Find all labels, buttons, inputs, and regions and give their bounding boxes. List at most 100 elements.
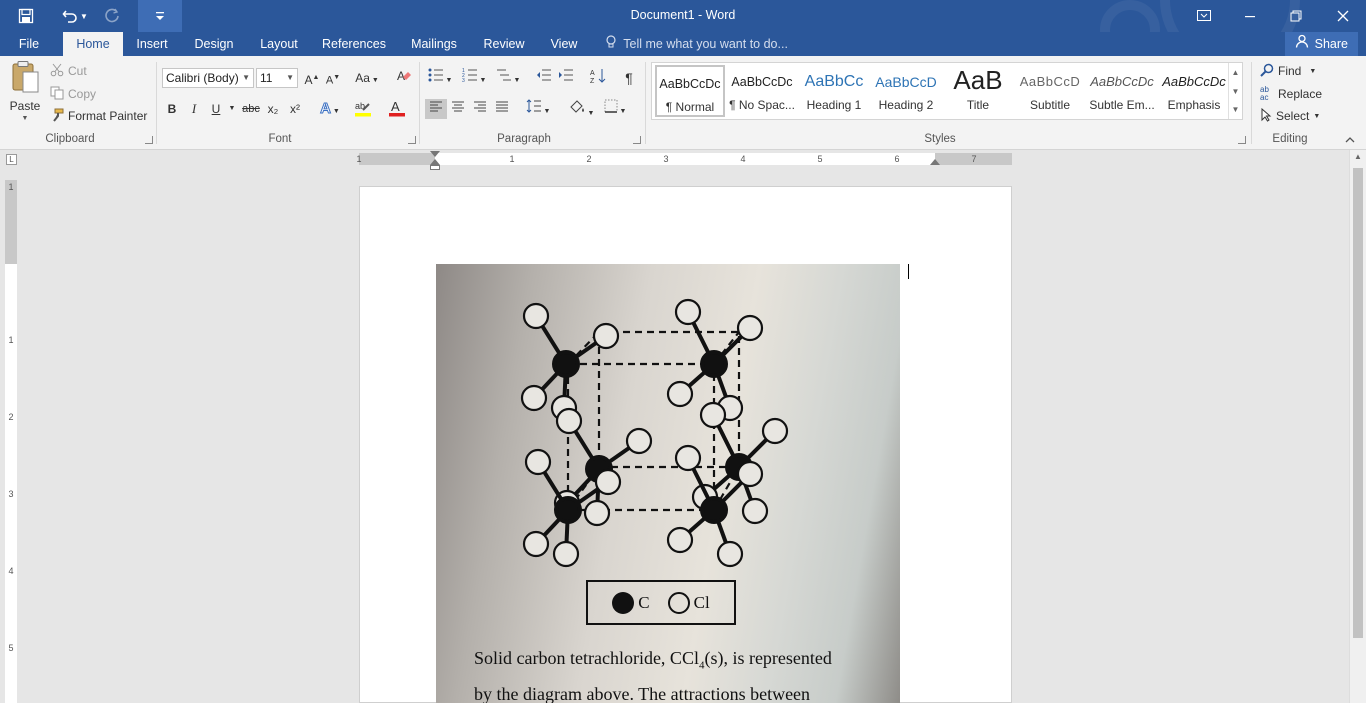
chevron-down-icon[interactable]: ▼: [228, 99, 236, 119]
bold-button[interactable]: B: [164, 99, 180, 119]
restore-icon[interactable]: [1273, 0, 1319, 32]
tab-view[interactable]: View: [542, 32, 586, 56]
change-case-button[interactable]: Aa ▼: [352, 68, 382, 88]
paste-button[interactable]: Paste ▼: [8, 60, 42, 128]
lightbulb-icon: [606, 33, 616, 57]
font-color-icon[interactable]: A: [382, 99, 412, 119]
editing-group-label: Editing: [1272, 133, 1308, 145]
chlorine-atom: [594, 468, 622, 496]
minimize-icon[interactable]: [1227, 0, 1273, 32]
select-button[interactable]: Select ▼: [1260, 107, 1320, 125]
ribbon-display-options-icon[interactable]: [1181, 0, 1227, 32]
align-center-icon[interactable]: [448, 99, 468, 119]
shrink-font-icon[interactable]: A▼: [324, 68, 342, 88]
ruler-number: 1: [509, 154, 515, 164]
tab-layout[interactable]: Layout: [252, 32, 306, 56]
left-indent-marker[interactable]: [430, 165, 440, 170]
align-left-icon[interactable]: [425, 99, 447, 119]
style-title[interactable]: AaB Title: [943, 65, 1013, 117]
style-no-spacing[interactable]: AaBbCcDc ¶ No Spac...: [727, 65, 797, 117]
carbon-atom: [554, 496, 582, 524]
copy-label: Copy: [68, 87, 97, 101]
tab-references[interactable]: References: [316, 32, 392, 56]
borders-icon[interactable]: ▼: [600, 99, 630, 119]
ruler-number: 1: [8, 182, 14, 192]
superscript-button[interactable]: x²: [286, 99, 304, 119]
copy-button[interactable]: Copy: [50, 85, 96, 103]
chevron-down-icon: ▼: [1309, 67, 1317, 75]
line-spacing-icon[interactable]: ▼: [524, 99, 552, 119]
caption-line-2: by the diagram above. The attractions be…: [474, 683, 811, 703]
grow-font-icon[interactable]: A▲: [303, 68, 321, 88]
chlorine-atom: [583, 499, 611, 527]
inserted-picture[interactable]: C Cl Solid carbon tetrachloride, CCl4(s)…: [436, 264, 900, 703]
tell-me-search[interactable]: Tell me what you want to do...: [606, 32, 788, 56]
format-painter-button[interactable]: Format Painter: [50, 107, 147, 125]
gallery-more-icon[interactable]: ▼: [1228, 101, 1242, 119]
svg-text:A: A: [397, 69, 405, 83]
italic-button[interactable]: I: [186, 99, 202, 119]
collapse-ribbon-icon[interactable]: [1344, 134, 1358, 146]
ruler-number: 5: [8, 643, 14, 653]
underline-button[interactable]: U: [208, 99, 224, 119]
gallery-scroll-up-icon[interactable]: ▲: [1228, 63, 1242, 82]
tab-insert[interactable]: Insert: [128, 32, 176, 56]
tell-me-placeholder: Tell me what you want to do...: [623, 37, 788, 51]
style-subtitle[interactable]: AaBbCcD Subtitle: [1015, 65, 1085, 117]
vertical-scrollbar[interactable]: ▲: [1349, 150, 1366, 703]
gallery-scroll-down-icon[interactable]: ▼: [1228, 82, 1242, 101]
style-heading-2[interactable]: AaBbCcD Heading 2: [871, 65, 941, 117]
share-button[interactable]: Share: [1284, 32, 1358, 56]
shading-icon[interactable]: ▼: [566, 99, 596, 119]
document-page[interactable]: C Cl Solid carbon tetrachloride, CCl4(s)…: [359, 186, 1012, 703]
find-button[interactable]: Find ▼: [1260, 62, 1316, 80]
scrollbar-thumb[interactable]: [1353, 168, 1363, 638]
pilcrow-icon[interactable]: ¶: [620, 68, 638, 88]
ribbon: Paste ▼ Cut Copy Format Painter Clipboar…: [0, 56, 1366, 150]
tab-selector[interactable]: L: [6, 154, 17, 165]
increase-indent-icon[interactable]: [556, 68, 576, 88]
strikethrough-button[interactable]: abc: [240, 99, 262, 119]
numbering-icon[interactable]: 123 ▼: [460, 68, 488, 88]
multilevel-list-icon[interactable]: ▼: [494, 68, 522, 88]
close-icon[interactable]: [1320, 0, 1366, 32]
horizontal-ruler: 1 1 2 3 4 5 6 7: [356, 151, 1012, 170]
sort-icon[interactable]: AZ: [588, 68, 608, 88]
style-subtle-emphasis[interactable]: AaBbCcDc Subtle Em...: [1087, 65, 1157, 117]
tab-home[interactable]: Home: [63, 32, 123, 56]
cut-button[interactable]: Cut: [50, 62, 87, 80]
font-name-combo[interactable]: Calibri (Body) ▼: [162, 68, 254, 88]
style-normal[interactable]: AaBbCcDc ¶ Normal: [655, 65, 725, 117]
style-name: Emphasis: [1167, 98, 1221, 112]
decrease-indent-icon[interactable]: [534, 68, 554, 88]
chlorine-legend-label: Cl: [693, 592, 710, 612]
subscript-button[interactable]: x₂: [264, 99, 282, 119]
text-effects-icon[interactable]: A ▼: [316, 99, 344, 119]
scroll-up-icon[interactable]: ▲: [1350, 152, 1366, 164]
replace-button[interactable]: ab ac Replace: [1260, 85, 1322, 103]
right-indent-marker[interactable]: [930, 159, 940, 165]
highlight-color-icon[interactable]: ab: [348, 99, 378, 119]
clear-formatting-icon[interactable]: A: [395, 68, 413, 88]
bullets-icon[interactable]: ▼: [426, 68, 454, 88]
align-right-icon[interactable]: [470, 99, 490, 119]
paragraph-launcher-icon[interactable]: [633, 136, 641, 144]
chlorine-atom: [522, 530, 550, 558]
font-size-combo[interactable]: 11 ▼: [256, 68, 298, 88]
style-emphasis[interactable]: AaBbCcDc Emphasis: [1159, 65, 1229, 117]
style-heading-1[interactable]: AaBbCc Heading 1: [799, 65, 869, 117]
tab-review[interactable]: Review: [476, 32, 532, 56]
styles-launcher-icon[interactable]: [1238, 136, 1246, 144]
scissors-icon: [50, 63, 64, 80]
justify-icon[interactable]: [492, 99, 512, 119]
first-line-indent-marker[interactable]: [430, 151, 440, 157]
ruler-left-margin: [359, 153, 435, 165]
ruler-number: 2: [8, 412, 14, 422]
tab-design[interactable]: Design: [186, 32, 242, 56]
tab-file[interactable]: File: [0, 32, 58, 56]
clipboard-launcher-icon[interactable]: [145, 136, 153, 144]
tab-mailings[interactable]: Mailings: [402, 32, 466, 56]
clipboard-group-label: Clipboard: [45, 133, 95, 145]
font-launcher-icon[interactable]: [408, 136, 416, 144]
format-painter-label: Format Painter: [68, 109, 148, 123]
